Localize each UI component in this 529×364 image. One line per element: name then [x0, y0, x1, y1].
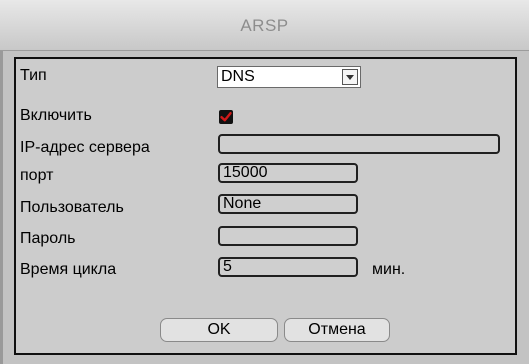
user-label: Пользователь: [20, 199, 124, 216]
arsp-dialog: ARSP Тип DNS Включить IP-адрес сервера п…: [0, 0, 529, 364]
cycle-time-unit: мин.: [372, 261, 406, 278]
cycle-time-label: Время цикла: [20, 261, 117, 278]
user-field[interactable]: None: [218, 194, 358, 214]
password-label: Пароль: [20, 230, 76, 247]
enable-checkbox[interactable]: [219, 110, 233, 124]
window-edge: [0, 0, 3, 364]
type-select[interactable]: DNS: [217, 66, 361, 88]
check-icon: [220, 112, 232, 122]
enable-label: Включить: [20, 107, 92, 124]
cycle-time-field[interactable]: 5: [218, 257, 358, 277]
type-select-value: DNS: [221, 68, 255, 85]
ok-button[interactable]: OK: [160, 318, 278, 342]
window-title: ARSP: [240, 16, 289, 35]
server-ip-field[interactable]: [218, 134, 500, 154]
port-field[interactable]: 15000: [218, 163, 358, 183]
cancel-button[interactable]: Отмена: [284, 318, 390, 342]
chevron-down-icon[interactable]: [342, 69, 358, 85]
type-label: Тип: [20, 67, 47, 84]
port-label: порт: [20, 167, 54, 184]
password-field[interactable]: [218, 226, 358, 246]
title-bar: ARSP: [0, 0, 529, 51]
server-ip-label: IP-адрес сервера: [20, 139, 150, 156]
